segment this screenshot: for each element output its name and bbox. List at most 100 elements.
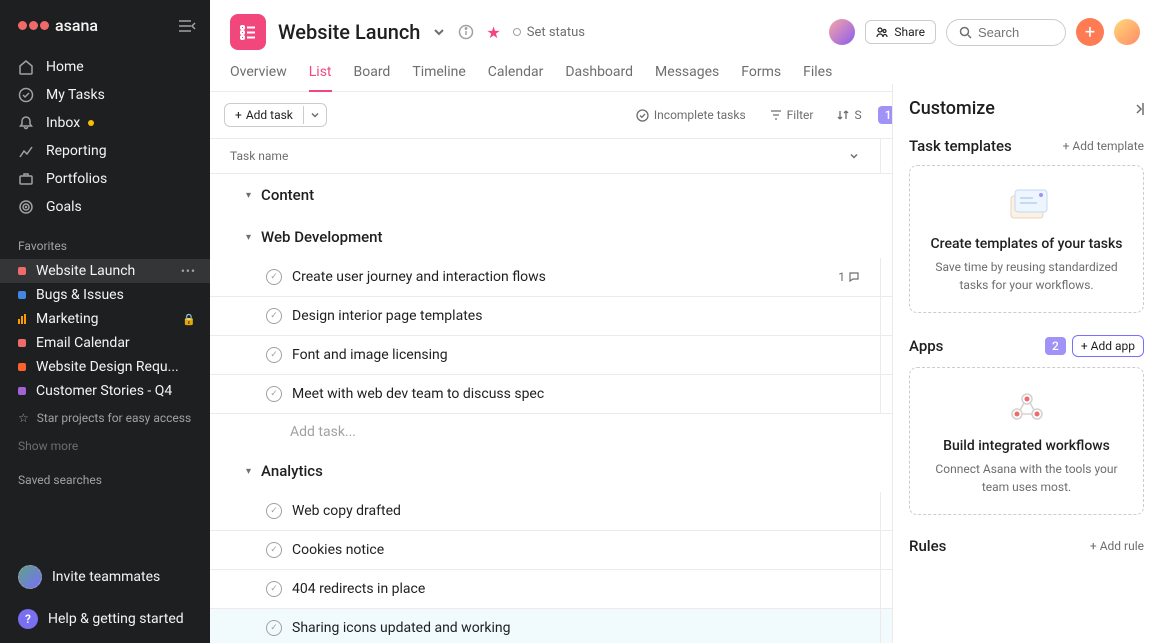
show-more[interactable]: Show more xyxy=(0,433,210,459)
project-header: Website Launch ★ Set status Share xyxy=(210,0,1160,54)
sidebar-collapse-icon[interactable] xyxy=(178,19,196,33)
help-getting-started[interactable]: ? Help & getting started xyxy=(0,599,210,643)
more-icon[interactable]: ••• xyxy=(181,264,196,278)
info-icon[interactable] xyxy=(458,24,474,40)
invite-avatar-icon xyxy=(18,565,42,589)
incomplete-filter[interactable]: Incomplete tasks xyxy=(628,104,754,126)
templates-heading: Task templates xyxy=(909,137,1012,155)
complete-checkbox[interactable] xyxy=(266,503,282,519)
favorite-website-design-requ-[interactable]: Website Design Requ... xyxy=(0,355,210,379)
complete-checkbox[interactable] xyxy=(266,269,282,285)
complete-checkbox[interactable] xyxy=(266,620,282,636)
global-add-button[interactable]: + xyxy=(1076,18,1104,46)
color-bullet xyxy=(18,291,26,299)
favorite-email-calendar[interactable]: Email Calendar xyxy=(0,331,210,355)
target-icon xyxy=(18,199,34,215)
sidebar: asana Home My Tasks Inbox Reporting Portfoli… xyxy=(0,0,210,643)
tab-dashboard[interactable]: Dashboard xyxy=(565,64,633,91)
tab-files[interactable]: Files xyxy=(803,64,832,91)
rules-heading: Rules xyxy=(909,537,946,555)
status-dot-icon xyxy=(513,28,521,36)
add-task-dropdown[interactable] xyxy=(303,106,326,124)
search-icon xyxy=(959,26,972,39)
color-bullet xyxy=(18,267,26,275)
search-box[interactable] xyxy=(946,19,1066,46)
bell-icon xyxy=(18,115,34,131)
add-rule-button[interactable]: + Add rule xyxy=(1090,539,1144,553)
tour-badge-2: 2 xyxy=(1045,337,1066,355)
nav-my-tasks[interactable]: My Tasks xyxy=(0,81,210,109)
nav-reporting[interactable]: Reporting xyxy=(0,137,210,165)
complete-checkbox[interactable] xyxy=(266,542,282,558)
complete-checkbox[interactable] xyxy=(266,308,282,324)
nav-label: Goals xyxy=(46,199,82,215)
check-icon xyxy=(18,87,34,103)
bars-icon xyxy=(18,314,26,324)
filter-button[interactable]: Filter xyxy=(762,104,822,126)
nav-list: Home My Tasks Inbox Reporting Portfolios Goal… xyxy=(0,49,210,225)
tab-board[interactable]: Board xyxy=(354,64,391,91)
logo[interactable]: asana xyxy=(18,16,98,35)
nav-goals[interactable]: Goals xyxy=(0,193,210,221)
apps-illustration-icon xyxy=(997,386,1057,426)
templates-promo[interactable]: Create templates of your tasks Save time… xyxy=(909,165,1144,313)
complete-checkbox[interactable] xyxy=(266,581,282,597)
templates-promo-title: Create templates of your tasks xyxy=(924,236,1129,252)
favorite-marketing[interactable]: Marketing🔒 xyxy=(0,307,210,331)
add-template-button[interactable]: + Add template xyxy=(1063,139,1144,153)
task-title: Font and image licensing xyxy=(292,347,860,363)
color-bullet xyxy=(18,339,26,347)
caret-icon: ▾ xyxy=(246,190,251,201)
favorite-website-launch[interactable]: Website Launch••• xyxy=(0,259,210,283)
plus-icon: + xyxy=(1081,339,1088,353)
color-bullet xyxy=(18,363,26,371)
task-title: 404 redirects in place xyxy=(292,581,860,597)
nav-home[interactable]: Home xyxy=(0,53,210,81)
people-icon xyxy=(876,26,888,38)
notification-dot xyxy=(88,120,94,126)
col-task-name: Task name xyxy=(210,139,880,173)
star-tip: ☆ Star projects for easy access xyxy=(0,403,210,433)
invite-teammates[interactable]: Invite teammates xyxy=(0,555,210,599)
filter-icon xyxy=(770,109,782,121)
comment-count[interactable]: 1 xyxy=(838,270,860,284)
nav-label: My Tasks xyxy=(46,87,105,103)
tab-timeline[interactable]: Timeline xyxy=(412,64,465,91)
tab-forms[interactable]: Forms xyxy=(741,64,781,91)
star-icon[interactable]: ★ xyxy=(486,23,500,42)
nav-label: Reporting xyxy=(46,143,107,159)
project-dropdown-icon[interactable] xyxy=(432,25,446,39)
favorite-label: Marketing xyxy=(36,311,172,327)
tab-list[interactable]: List xyxy=(309,64,332,92)
member-avatar[interactable] xyxy=(829,19,855,45)
task-title: Meet with web dev team to discuss spec xyxy=(292,386,860,402)
panel-title: Customize xyxy=(909,98,995,119)
favorite-bugs-issues[interactable]: Bugs & Issues xyxy=(0,283,210,307)
customize-panel: Customize Task templates + Add template … xyxy=(892,84,1160,643)
complete-checkbox[interactable] xyxy=(266,347,282,363)
search-input[interactable] xyxy=(978,25,1048,40)
apps-promo[interactable]: Build integrated workflows Connect Asana… xyxy=(909,367,1144,515)
task-title: Cookies notice xyxy=(292,542,860,558)
nav-inbox[interactable]: Inbox xyxy=(0,109,210,137)
section-name: Content xyxy=(261,186,314,204)
panel-collapse-icon[interactable] xyxy=(1128,102,1144,116)
favorite-label: Customer Stories - Q4 xyxy=(36,383,196,399)
tab-messages[interactable]: Messages xyxy=(655,64,719,91)
apps-promo-title: Build integrated workflows xyxy=(924,438,1129,454)
sort-button[interactable]: S xyxy=(829,104,869,126)
tab-overview[interactable]: Overview xyxy=(230,64,287,91)
plus-icon: + xyxy=(1063,139,1070,153)
chevron-down-icon[interactable] xyxy=(848,150,860,162)
add-app-button[interactable]: + Add app xyxy=(1072,335,1144,357)
sidebar-header: asana xyxy=(0,0,210,49)
add-task-main[interactable]: + Add task xyxy=(225,104,303,126)
complete-checkbox[interactable] xyxy=(266,386,282,402)
nav-portfolios[interactable]: Portfolios xyxy=(0,165,210,193)
set-status[interactable]: Set status xyxy=(513,25,585,40)
favorite-customer-stories-q4[interactable]: Customer Stories - Q4 xyxy=(0,379,210,403)
project-icon xyxy=(230,14,266,50)
tab-calendar[interactable]: Calendar xyxy=(488,64,544,91)
share-button[interactable]: Share xyxy=(865,20,936,44)
user-avatar[interactable] xyxy=(1114,19,1140,45)
